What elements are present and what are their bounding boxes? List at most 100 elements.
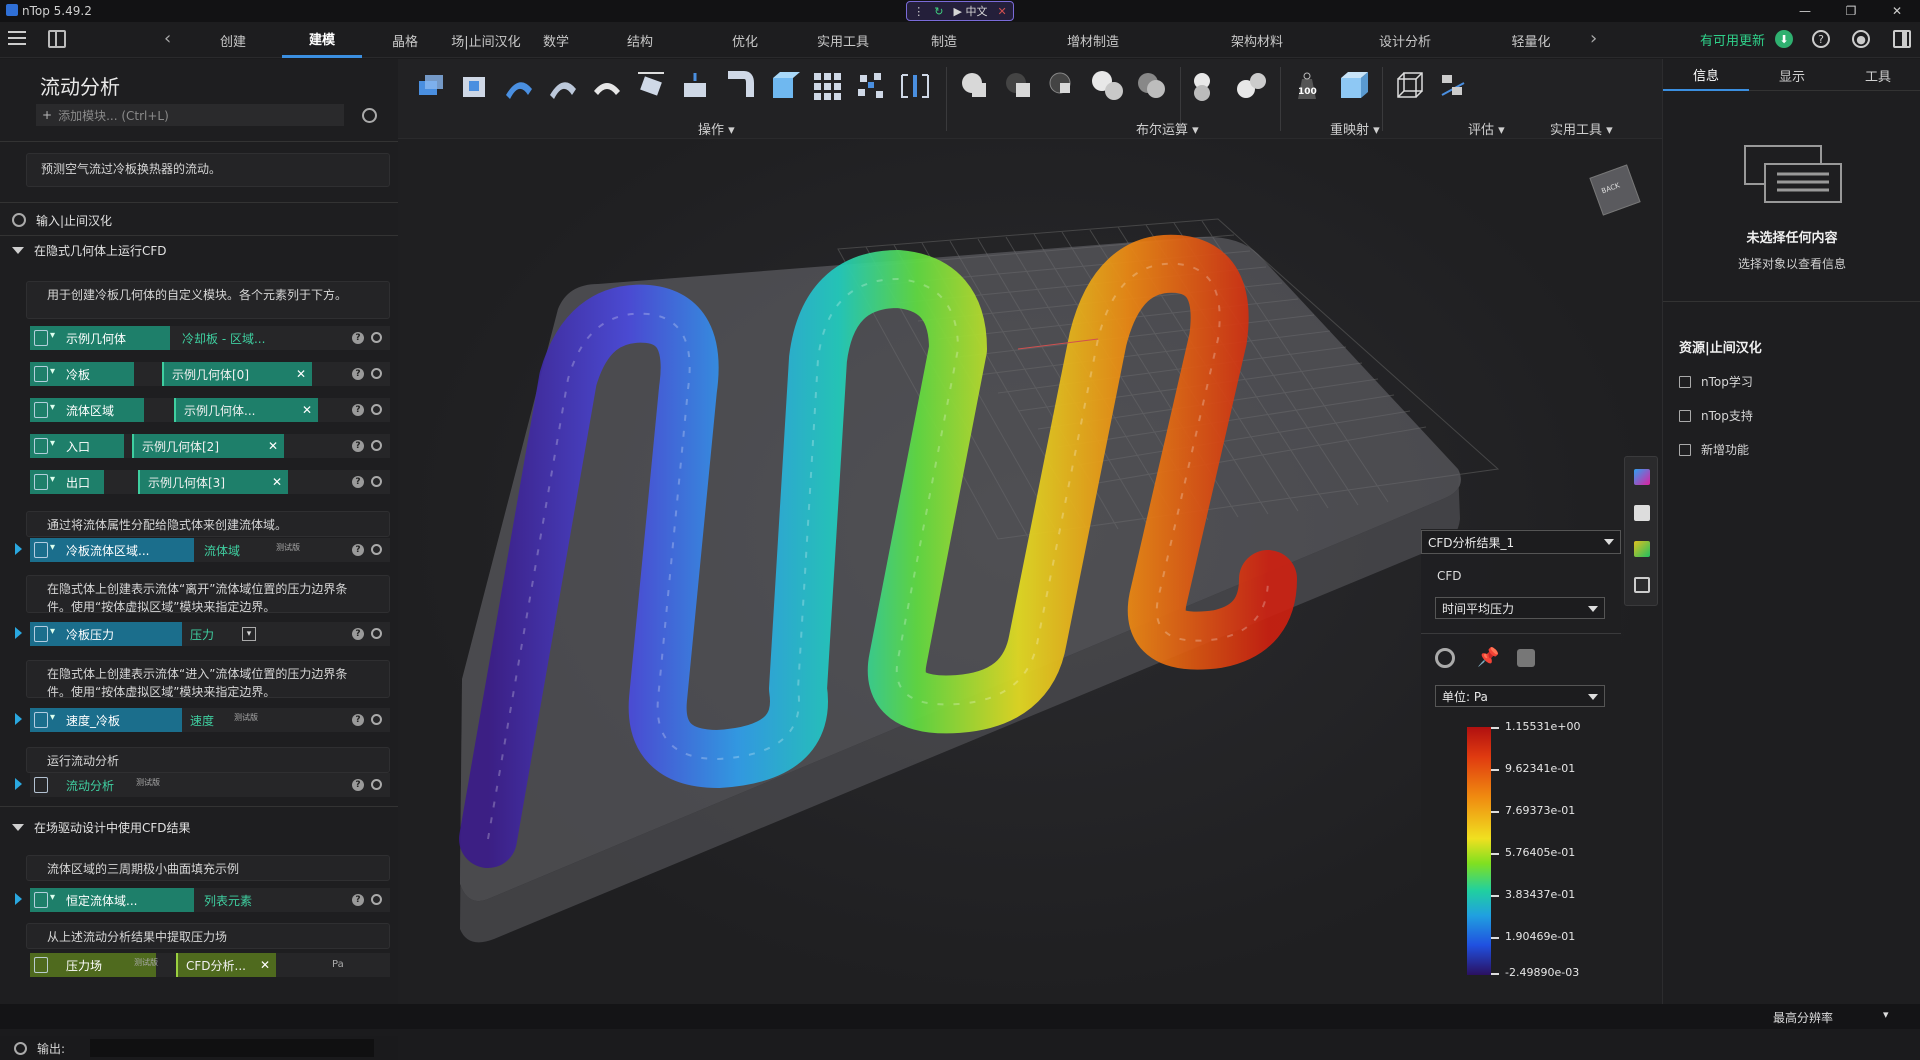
help-icon[interactable]: ? [352,332,364,344]
expand-arrow-icon[interactable] [15,778,22,790]
download-icon[interactable]: ⬇ [1775,30,1793,48]
help-icon[interactable]: ? [352,779,364,791]
measure-cube-icon[interactable] [1334,69,1368,103]
section-use-cfd-results[interactable]: 在场驱动设计中使用CFD结果 [0,812,398,842]
block-row[interactable]: ▾ 恒定流体域... 列表元素 ? [30,888,390,912]
tab-design-analysis[interactable]: 设计分析 [1372,22,1438,58]
color-map-icon[interactable] [1634,469,1650,485]
cube-icon[interactable] [766,69,800,103]
chevron-down-icon[interactable]: ▾ [50,366,55,377]
block-row[interactable]: ▾ 速度_冷板 速度 测试版 ? [30,708,390,732]
mirror-icon[interactable] [678,69,712,103]
boolean-subtract-icon[interactable] [1002,69,1036,103]
help-icon[interactable]: ? [352,476,364,488]
tab-modeling[interactable]: 建模 [282,22,362,58]
expand-arrow-icon[interactable] [15,893,22,905]
input-chip[interactable]: CFD分析... ✕ [176,953,276,977]
help-icon[interactable]: ? [352,714,364,726]
visibility-toggle-icon[interactable] [371,440,382,451]
tab-optimize[interactable]: 优化 [723,22,767,58]
link-ntop-learn[interactable]: nTop学习 [1679,373,1753,390]
tab-display[interactable]: 显示 [1749,59,1835,91]
update-available-link[interactable]: 有可用更新 [1700,30,1765,49]
settings-gear-icon[interactable] [1435,648,1455,668]
remap-field-icon[interactable] [1234,69,1268,103]
block-value[interactable]: 速度 [182,708,214,732]
shell-icon[interactable] [458,69,492,103]
chevron-down-icon[interactable]: ▾ [50,438,55,449]
language-label[interactable]: ▶ 中文 [954,3,988,19]
close-language-icon[interactable]: ✕ [997,5,1006,18]
block-row[interactable]: ▾ 入口 示例几何体[2] ✕ ? [30,434,390,458]
input-chip[interactable]: 示例几何体[3] ✕ [138,470,288,494]
chevron-down-icon[interactable]: ▾ [50,330,55,341]
scroll-right-icon[interactable]: › [1590,28,1597,49]
block-row[interactable]: 压力场 测试版 CFD分析... ✕ Pa [30,953,390,977]
block-row[interactable]: ▾ 冷板 示例几何体[0] ✕ ? [30,362,390,386]
scroll-left-icon[interactable]: ‹ [164,28,171,49]
help-icon[interactable]: ? [352,440,364,452]
visibility-toggle-icon[interactable] [371,544,382,555]
block-value[interactable]: 流体域 [196,538,240,562]
offset-icon[interactable] [546,69,580,103]
boolean-union-icon[interactable] [958,69,992,103]
axis-transform-icon[interactable] [1436,69,1470,103]
scatter-pattern-icon[interactable] [854,69,888,103]
remove-chip-icon[interactable]: ✕ [268,439,278,453]
boolean-intersect-icon[interactable] [1046,69,1080,103]
expand-arrow-icon[interactable] [15,543,22,555]
group-evaluate[interactable]: 评估 ▾ [1468,119,1505,138]
expand-arrow-icon[interactable] [15,627,22,639]
refresh-icon[interactable]: ↻ [934,5,943,18]
input-chip[interactable]: 示例几何体... ✕ [174,398,318,422]
shaded-cube-icon[interactable] [1634,541,1650,557]
output-field[interactable] [90,1039,374,1057]
block-value[interactable]: 冷却板 - 区域... [174,326,265,350]
bounding-icon[interactable] [898,69,932,103]
language-switcher[interactable]: ⋮ ↻ ▶ 中文 ✕ [906,1,1014,21]
section-view-icon[interactable] [1634,505,1650,521]
link-whats-new[interactable]: 新增功能 [1679,441,1749,458]
block-value[interactable]: 压力 [182,622,214,646]
group-remap[interactable]: 重映射 ▾ [1330,119,1380,138]
visibility-toggle-icon[interactable] [371,332,382,343]
tab-additive[interactable]: 增材制造 [1060,22,1126,58]
dropdown-icon[interactable]: ▾ [242,627,256,641]
block-row[interactable]: ▾ 冷板压力 压力 ▾ ? [30,622,390,646]
tab-utilities[interactable]: 实用工具 [810,22,876,58]
block-row[interactable]: ▾ 示例几何体 冷却板 - 区域... ? [30,326,390,350]
chevron-down-icon[interactable]: ▾ [50,712,55,723]
thicken-icon[interactable] [502,69,536,103]
pipe-icon[interactable] [722,69,756,103]
help-icon[interactable]: ? [352,894,364,906]
link-ntop-support[interactable]: nTop支持 [1679,407,1753,424]
remove-chip-icon[interactable]: ✕ [296,367,306,381]
toggle-left-panel-icon[interactable] [48,30,66,48]
collapse-triangle-icon[interactable] [12,246,24,254]
drag-handle-icon[interactable]: ⋮ [913,5,924,18]
chevron-down-icon[interactable]: ▾ [50,892,55,903]
block-value[interactable]: 列表元素 [196,888,252,912]
close-button[interactable]: ✕ [1874,0,1920,22]
visibility-toggle-icon[interactable] [371,404,382,415]
hamburger-menu-icon[interactable] [8,31,26,45]
tab-lightweight[interactable]: 轻量化 [1506,22,1556,58]
unit-select[interactable]: 单位: Pa [1435,685,1605,707]
block-row[interactable]: ▾ 流体区域 示例几何体... ✕ ? [30,398,390,422]
remap-icon[interactable] [1190,69,1224,103]
section-run-cfd[interactable]: 在隐式几何体上运行CFD [0,235,398,265]
minimize-button[interactable]: — [1782,0,1828,22]
visibility-toggle-icon[interactable] [371,714,382,725]
weight-icon[interactable]: 100 [1290,69,1324,103]
remove-chip-icon[interactable]: ✕ [260,958,270,972]
tab-math[interactable]: 数学 [534,22,578,58]
help-icon[interactable]: ? [352,544,364,556]
remove-chip-icon[interactable]: ✕ [302,403,312,417]
help-icon[interactable]: ? [352,404,364,416]
chevron-down-icon[interactable]: ▾ [50,474,55,485]
tab-lattice[interactable]: 晶格 [380,22,430,58]
help-icon[interactable]: ? [352,628,364,640]
visibility-toggle-icon[interactable] [371,368,382,379]
visibility-toggle-icon[interactable] [371,628,382,639]
visibility-toggle-icon[interactable] [371,476,382,487]
